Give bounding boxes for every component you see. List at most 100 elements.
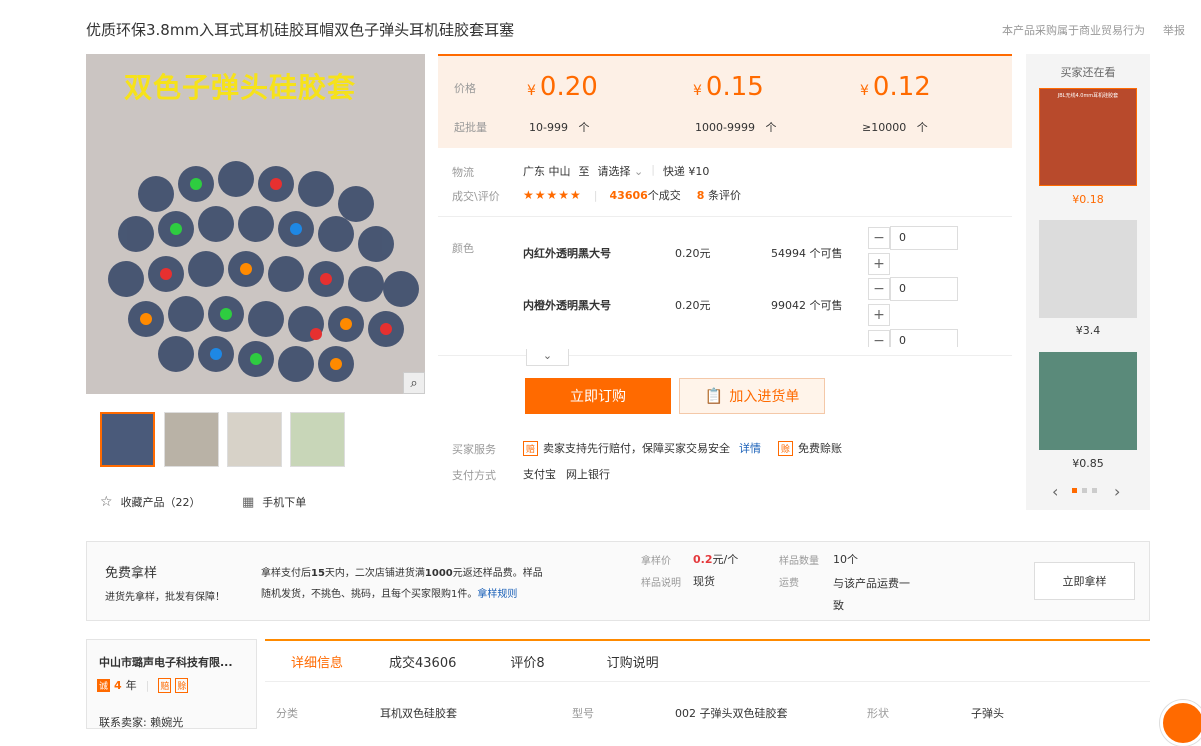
review-count[interactable]: 8 条评价: [697, 187, 741, 203]
attr-key: 分类: [276, 707, 298, 720]
credit-icon: 赊: [778, 440, 794, 456]
sample-rules-link[interactable]: 拿样规则: [477, 589, 517, 600]
report-link[interactable]: 举报: [1163, 22, 1185, 38]
divider: [438, 216, 1012, 217]
sample-note-label: 样品说明: [641, 578, 681, 589]
range-tier-1: 10-999 个: [529, 121, 590, 134]
product-title: 优质环保3.8mm入耳式耳机硅胶耳帽双色子弹头耳机硅胶套耳塞: [86, 21, 515, 39]
thumbnail-4[interactable]: [290, 412, 345, 467]
deals-info: ★★★★★ | 43606个成交 8 条评价: [523, 187, 741, 203]
sample-description: 拿样支付后15天内，二次店铺进货满1000元返还样品费。样品 随机发货，不挑色、…: [261, 568, 543, 600]
add-to-cart-button[interactable]: 📋 加入进货单: [679, 378, 825, 414]
plus-button[interactable]: +: [868, 253, 890, 275]
chevron-down-icon: ⌄: [634, 165, 644, 178]
detail-tabs: 详细信息 成交43606 评价8 订购说明: [265, 639, 1150, 682]
mobile-order-label: 手机下单: [262, 496, 307, 509]
quantity-stepper-plus[interactable]: +: [868, 253, 890, 275]
variant-stock: 99042 个可售: [771, 299, 843, 312]
get-sample-button[interactable]: 立即拿样: [1034, 562, 1135, 600]
buy-now-button[interactable]: 立即订购: [525, 378, 671, 414]
sidebar-price-2: ¥3.4: [1075, 324, 1101, 337]
attr-value: 002 子弹头双色硅胶套: [675, 707, 788, 720]
range-tier-2: 1000-9999 个: [695, 121, 777, 134]
guarantee-badge-icon: 赔: [158, 677, 172, 693]
free-sample-panel: 免费拿样 进货先拿样，批发有保障！ 拿样支付后15天内，二次店铺进货满1000元…: [86, 541, 1150, 621]
minus-button[interactable]: −: [868, 227, 890, 249]
ship-to-label: 至: [578, 165, 590, 178]
free-credit-text: 免费赊账: [798, 442, 843, 455]
sample-qty-label: 样品数量: [779, 556, 819, 567]
quantity-stepper[interactable]: − 0: [868, 226, 958, 250]
add-to-cart-label: 加入进货单: [729, 389, 800, 405]
main-image-caption: 双色子弹头硅胶套: [124, 71, 357, 104]
attr-key: 型号: [572, 707, 594, 720]
sample-price: 0.2元/个: [693, 553, 739, 566]
sidebar-product-caption: JBL无线4.0mm耳机硅胶套: [1057, 93, 1119, 99]
quantity-stepper-plus[interactable]: +: [868, 304, 890, 326]
shield-icon: 赔: [523, 440, 539, 456]
price-tier-1: ¥0.20: [527, 72, 598, 102]
guarantee-text: 卖家支持先行赔付，保障买家交易安全: [543, 442, 731, 455]
tab-details[interactable]: 详细信息: [291, 641, 343, 682]
payment-methods: 支付宝 网上银行: [523, 466, 610, 482]
contact-seller[interactable]: 联系卖家: 赖婉光: [99, 714, 183, 730]
sample-freight: 与该产品运费一致: [833, 577, 910, 612]
details-link[interactable]: 详情: [739, 440, 761, 456]
price-tier-3: ¥0.12: [860, 72, 931, 102]
rating-stars: ★★★★★: [523, 188, 582, 202]
destination-select[interactable]: 请选择 ⌄: [598, 163, 644, 179]
quantity-stepper[interactable]: − 0: [868, 277, 958, 301]
sample-note: 现货: [693, 575, 715, 588]
floating-service-button[interactable]: [1160, 700, 1201, 746]
moq-label: 起批量: [454, 121, 487, 134]
tab-reviews[interactable]: 评价8: [510, 641, 544, 682]
logistics-label: 物流: [452, 166, 474, 179]
sidebar-price-1: ¥0.18: [1072, 193, 1104, 206]
company-card: 中山市璐声电子科技有限... 诚 4年 | 赔 赊 联系卖家: 赖婉光: [86, 639, 257, 729]
company-name[interactable]: 中山市璐声电子科技有限...: [99, 654, 233, 670]
tab-order-notes[interactable]: 订购说明: [607, 641, 659, 682]
attr-value: 耳机双色硅胶套: [380, 707, 457, 720]
clipboard-icon: 📋: [704, 387, 724, 405]
payment-method: 支付宝: [523, 468, 556, 481]
quantity-input[interactable]: 0: [890, 329, 958, 347]
minus-button[interactable]: −: [868, 330, 890, 347]
favorite-product[interactable]: ☆ 收藏产品（22）: [100, 494, 201, 510]
variant-name: 内橙外透明黑大号: [523, 299, 611, 312]
color-label: 颜色: [452, 242, 474, 255]
main-product-image[interactable]: 双色子弹头硅胶套 ⌕: [86, 54, 425, 394]
services-label: 买家服务: [452, 443, 496, 456]
qr-code-icon: ▦: [242, 494, 255, 510]
sidebar-product-2[interactable]: [1039, 220, 1137, 318]
credit-badge-icon: 诚: [97, 678, 111, 692]
logistics-info: 广东 中山 至 请选择 ⌄ | 快递 ¥10: [523, 163, 710, 179]
services-info: 赔 卖家支持先行赔付，保障买家交易安全 详情 赊 免费赊账: [523, 440, 842, 456]
minus-button[interactable]: −: [868, 278, 890, 300]
deal-count[interactable]: 43606个成交: [610, 187, 681, 203]
star-outline-icon: ☆: [100, 494, 113, 510]
thumbnail-2[interactable]: [164, 412, 219, 467]
chevron-right-icon[interactable]: ›: [1114, 482, 1120, 501]
variant-name: 内红外透明黑大号: [523, 247, 611, 260]
expand-variants-button[interactable]: ⌄: [526, 349, 569, 366]
plus-button[interactable]: +: [868, 304, 890, 326]
ship-from: 广东 中山: [523, 165, 571, 178]
quantity-input[interactable]: 0: [890, 277, 958, 301]
price-label: 价格: [454, 82, 476, 95]
credit-line-icon: 赊: [175, 677, 189, 693]
sidebar-product-3[interactable]: [1039, 352, 1137, 450]
zoom-icon[interactable]: ⌕: [403, 372, 425, 394]
sidebar-product-1[interactable]: JBL无线4.0mm耳机硅胶套: [1039, 88, 1137, 186]
shipping-fee: 快递 ¥10: [662, 165, 710, 178]
quantity-input[interactable]: 0: [890, 226, 958, 250]
chevron-left-icon[interactable]: ‹: [1052, 482, 1058, 501]
tab-deals[interactable]: 成交43606: [389, 641, 456, 682]
quantity-stepper[interactable]: − 0: [868, 329, 958, 347]
attr-key: 形状: [867, 707, 889, 720]
company-badges: 诚 4年 | 赔 赊: [97, 677, 189, 693]
thumbnail-3[interactable]: [227, 412, 282, 467]
thumbnail-1[interactable]: [100, 412, 155, 467]
trade-notice: 本产品采购属于商业贸易行为: [1002, 24, 1145, 37]
mobile-order[interactable]: ▦ 手机下单: [242, 494, 306, 510]
carousel-dots[interactable]: [1072, 488, 1097, 493]
